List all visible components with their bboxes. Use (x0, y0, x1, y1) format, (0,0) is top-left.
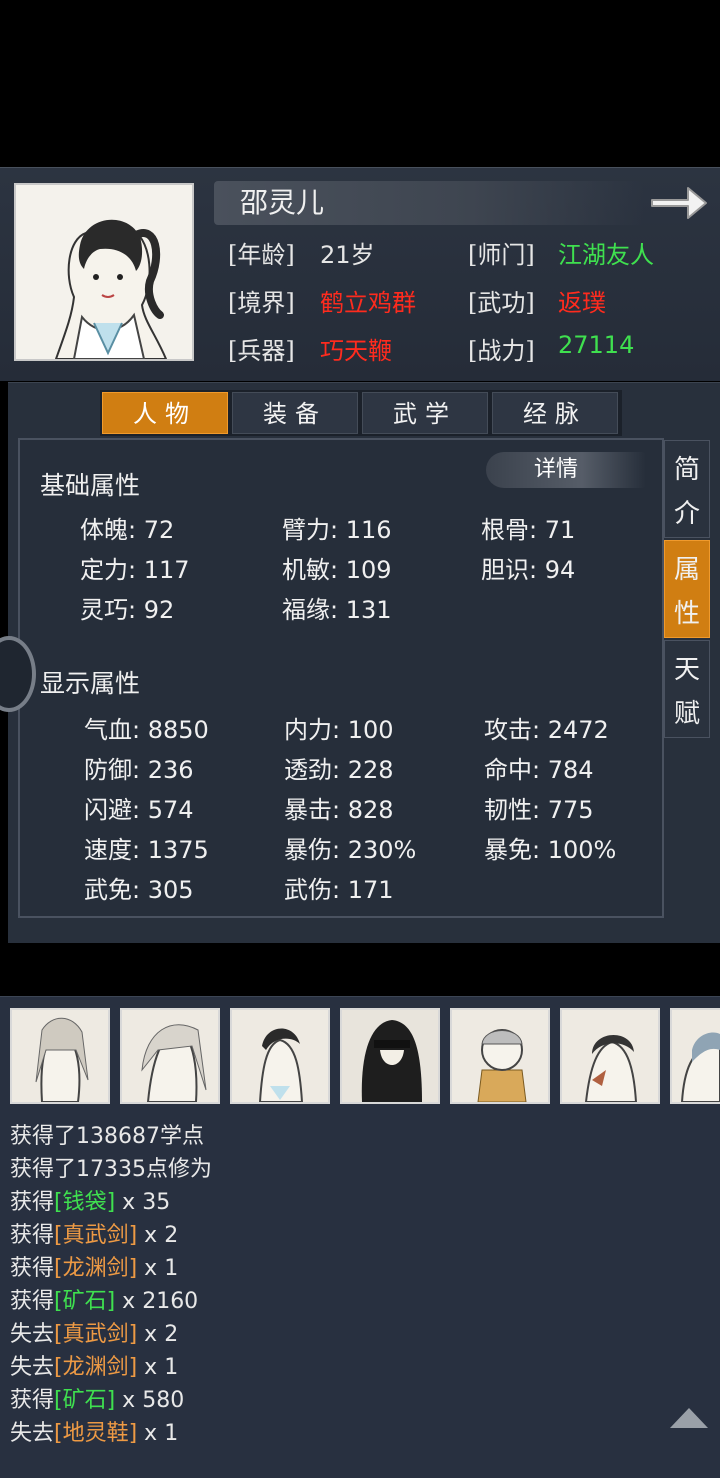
stat-hp: 气血: 8850 (84, 716, 209, 744)
party-avatar-1[interactable] (10, 1008, 110, 1104)
realm-label: [境界] (228, 289, 295, 317)
stat-dexterity: 灵巧: 92 (80, 596, 175, 624)
log-line: 获得[龙渊剑] x 1 (10, 1256, 179, 1281)
stat-toughness: 韧性: 775 (484, 796, 594, 824)
power-label: [战力] (468, 337, 535, 365)
tab-equipment[interactable]: 装备 (232, 392, 358, 434)
tab-meridians[interactable]: 经脉 (492, 392, 618, 434)
log-line: 获得[真武剑] x 2 (10, 1223, 179, 1248)
detail-button[interactable]: 详情 (486, 452, 626, 488)
stat-constitution: 体魄: 72 (80, 516, 175, 544)
power-value: 27114 (558, 331, 635, 359)
basic-attributes-title: 基础属性 (40, 471, 141, 500)
age-label: [年龄] (228, 241, 295, 269)
martial-value: 返璞 (558, 289, 606, 317)
stat-crit-damage: 暴伤: 230% (284, 836, 417, 864)
stat-martial-immune: 武免: 305 (84, 876, 194, 904)
stat-courage: 胆识: 94 (481, 556, 576, 584)
sect-value: 江湖友人 (558, 241, 654, 269)
martial-label: [武功] (468, 289, 535, 317)
stat-arm-strength: 臂力: 116 (282, 516, 392, 544)
display-attributes-title: 显示属性 (40, 669, 141, 698)
tab-martial-arts[interactable]: 武学 (362, 392, 488, 434)
party-avatar-3[interactable] (230, 1008, 330, 1104)
scroll-up-icon[interactable] (668, 1406, 710, 1430)
next-arrow-icon[interactable] (648, 180, 710, 226)
log-line: 失去[真武剑] x 2 (10, 1322, 179, 1347)
stat-accuracy: 命中: 784 (484, 756, 594, 784)
stat-bone: 根骨: 71 (481, 516, 576, 544)
stat-crit-immune: 暴免: 100% (484, 836, 617, 864)
stat-speed: 速度: 1375 (84, 836, 209, 864)
log-line: 失去[地灵鞋] x 1 (10, 1421, 179, 1446)
party-avatar-2[interactable] (120, 1008, 220, 1104)
age-value: 21岁 (320, 241, 375, 269)
stat-focus: 定力: 117 (80, 556, 190, 584)
log-line: 获得了17335点修为 (10, 1157, 212, 1182)
stat-crit: 暴击: 828 (284, 796, 394, 824)
character-portrait (14, 183, 194, 361)
stat-fortune: 福缘: 131 (282, 596, 392, 624)
log-line: 失去[龙渊剑] x 1 (10, 1355, 179, 1380)
stat-martial-damage: 武伤: 171 (284, 876, 394, 904)
side-tab-talents[interactable]: 天赋 (664, 640, 710, 738)
side-tab-attributes[interactable]: 属性 (664, 540, 710, 638)
party-avatar-5[interactable] (450, 1008, 550, 1104)
stat-attack: 攻击: 2472 (484, 716, 609, 744)
realm-value: 鹤立鸡群 (320, 289, 416, 317)
sect-label: [师门] (468, 241, 535, 269)
weapon-label: [兵器] (228, 337, 295, 365)
stat-agility: 机敏: 109 (282, 556, 392, 584)
character-name: 邵灵儿 (240, 186, 325, 219)
weapon-value: 巧天鞭 (320, 337, 392, 365)
party-avatar-6[interactable] (560, 1008, 660, 1104)
side-tab-intro[interactable]: 简介 (664, 440, 710, 538)
stat-defense: 防御: 236 (84, 756, 194, 784)
stat-dodge: 闪避: 574 (84, 796, 194, 824)
stat-penetration: 透劲: 228 (284, 756, 394, 784)
stat-inner-power: 内力: 100 (284, 716, 394, 744)
log-line: 获得[矿石] x 2160 (10, 1289, 199, 1314)
log-line: 获得[钱袋] x 35 (10, 1190, 171, 1215)
log-line: 获得[矿石] x 580 (10, 1388, 185, 1413)
party-avatar-7[interactable] (670, 1008, 720, 1104)
tab-character[interactable]: 人物 (102, 392, 228, 434)
log-line: 获得了138687学点 (10, 1124, 204, 1149)
party-avatar-4[interactable] (340, 1008, 440, 1104)
